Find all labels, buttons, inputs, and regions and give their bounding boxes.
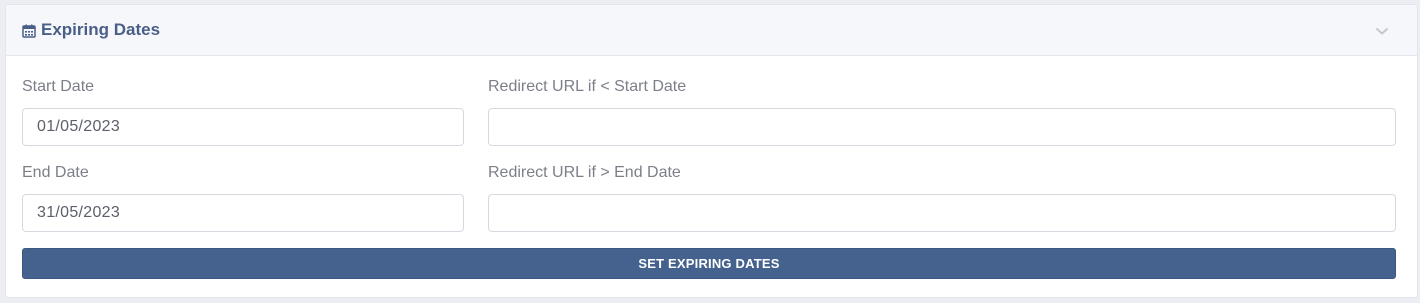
start-date-label: Start Date [22, 78, 95, 95]
start-date-input[interactable] [22, 108, 464, 146]
panel-title: Expiring Dates [22, 20, 160, 40]
redirect-before-input[interactable] [488, 108, 1396, 146]
redirect-after-label: Redirect URL if > End Date [488, 164, 681, 181]
chevron-down-icon[interactable] [1375, 23, 1389, 35]
panel-header[interactable]: Expiring Dates [6, 5, 1417, 56]
redirect-after-input[interactable] [488, 194, 1396, 232]
expiring-dates-panel: Expiring Dates Start Date Redirect URL i… [5, 4, 1418, 298]
end-date-label: End Date [22, 164, 89, 181]
calendar-icon [22, 23, 36, 38]
end-date-input[interactable] [22, 194, 464, 232]
panel-title-text: Expiring Dates [41, 20, 161, 39]
set-expiring-dates-button[interactable]: SET EXPIRING DATES [22, 248, 1396, 279]
redirect-before-label: Redirect URL if < Start Date [488, 78, 687, 95]
